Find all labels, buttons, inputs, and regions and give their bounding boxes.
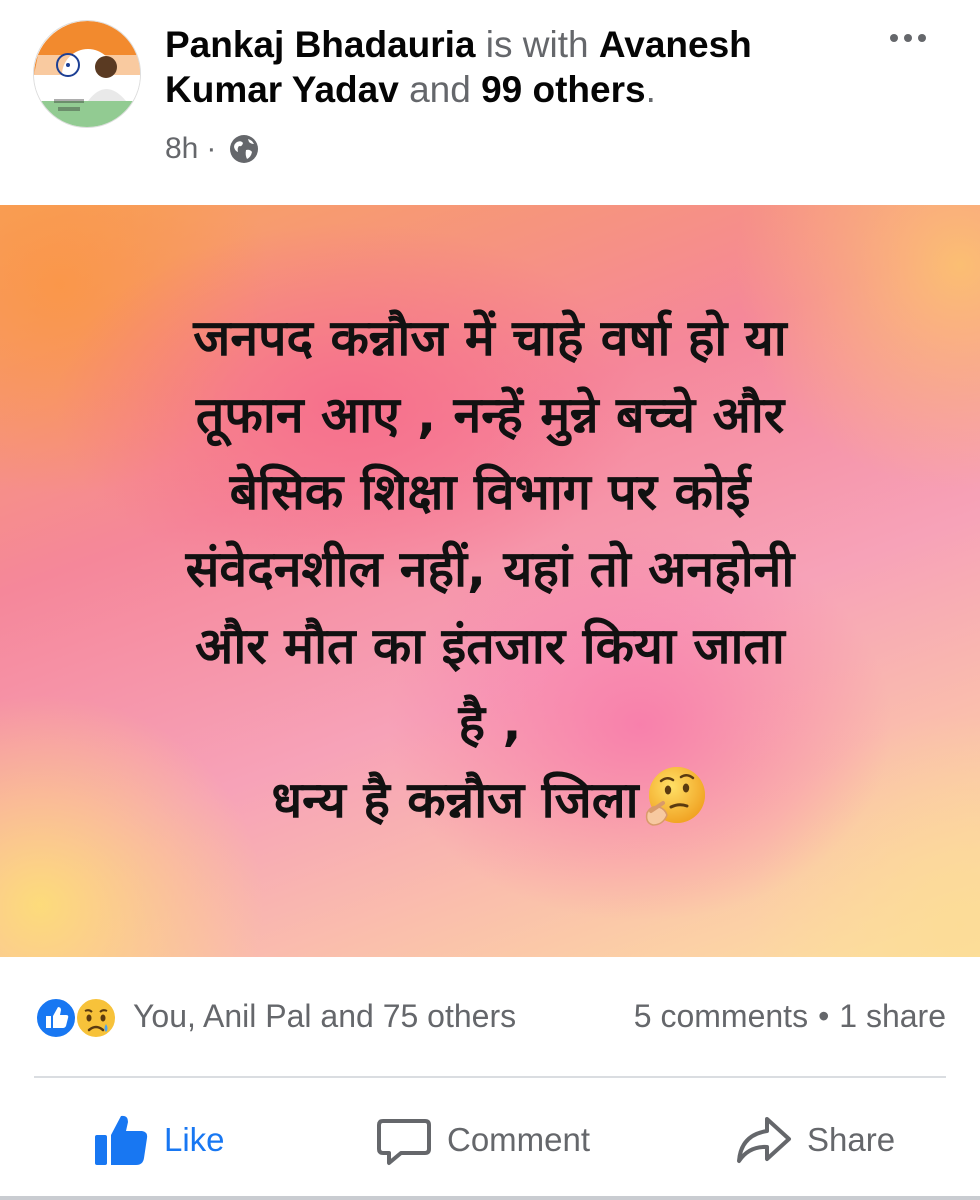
- post-time[interactable]: 8h: [165, 132, 198, 166]
- share-arrow-icon: [737, 1117, 791, 1163]
- period: .: [645, 69, 656, 110]
- comment-button[interactable]: Comment: [375, 1100, 590, 1180]
- author-line: Pankaj Bhadauria is with Avanesh Kumar Y…: [165, 22, 865, 112]
- post-line: है ,: [458, 694, 522, 752]
- like-label: Like: [164, 1121, 225, 1158]
- post-line: बेसिक शिक्षा विभाग पर कोई: [229, 463, 751, 521]
- more-dots-icon: [890, 34, 898, 42]
- share-button[interactable]: Share: [735, 1100, 895, 1180]
- post-text: जनपद कन्नौज में चाहे वर्षा हो या तूफान आ…: [40, 300, 940, 839]
- post-line: संवेदनशील नहीं, यहां तो अनहोनी: [185, 540, 795, 598]
- reactions-summary[interactable]: You, Anil Pal and 75 others: [133, 998, 516, 1035]
- meta-dot: ·: [206, 132, 217, 165]
- others-link[interactable]: 99 others: [481, 69, 646, 110]
- globe-icon: [230, 135, 259, 163]
- reaction-icons[interactable]: [34, 996, 126, 1040]
- bullet: •: [818, 998, 830, 1034]
- shares-count[interactable]: 1 share: [839, 998, 946, 1035]
- comment-bubble-icon: [377, 1119, 431, 1165]
- reactions-stats: You, Anil Pal and 75 others 5 comments •…: [0, 990, 980, 1046]
- comment-label: Comment: [447, 1121, 591, 1158]
- more-options-button[interactable]: [878, 18, 938, 58]
- post-last-line: धन्य है कन्नौज जिला: [40, 762, 940, 839]
- like-button[interactable]: Like: [92, 1100, 225, 1180]
- post-line: तूफान आए , नन्हें मुन्ने बच्चे और: [195, 386, 785, 444]
- share-label: Share: [807, 1121, 896, 1158]
- and-text: and: [409, 69, 471, 110]
- thumbs-up-icon: [95, 1115, 148, 1165]
- like-reaction-icon: [35, 997, 77, 1039]
- post-content: जनपद कन्नौज में चाहे वर्षा हो या तूफान आ…: [0, 205, 980, 957]
- post-meta: 8h ·: [165, 132, 260, 166]
- post-line: धन्य है कन्नौज जिला: [271, 771, 639, 829]
- sad-reaction-icon: [75, 997, 117, 1039]
- comments-count[interactable]: 5 comments: [634, 998, 808, 1035]
- post-line: जनपद कन्नौज में चाहे वर्षा हो या: [193, 309, 787, 367]
- bottom-border: [0, 1196, 980, 1200]
- post-line: और मौत का इंतजार किया जाता: [195, 617, 785, 675]
- thinking-face-emoji: [645, 767, 705, 826]
- author-name[interactable]: Pankaj Bhadauria: [165, 24, 476, 65]
- action-bar: Like Comment Share: [0, 1100, 980, 1180]
- divider: [34, 1076, 946, 1078]
- post-header: Pankaj Bhadauria is with Avanesh Kumar Y…: [0, 0, 980, 205]
- author-avatar[interactable]: [33, 20, 141, 128]
- engagement-counts: 5 comments • 1 share: [634, 998, 946, 1035]
- with-text: is with: [485, 24, 589, 65]
